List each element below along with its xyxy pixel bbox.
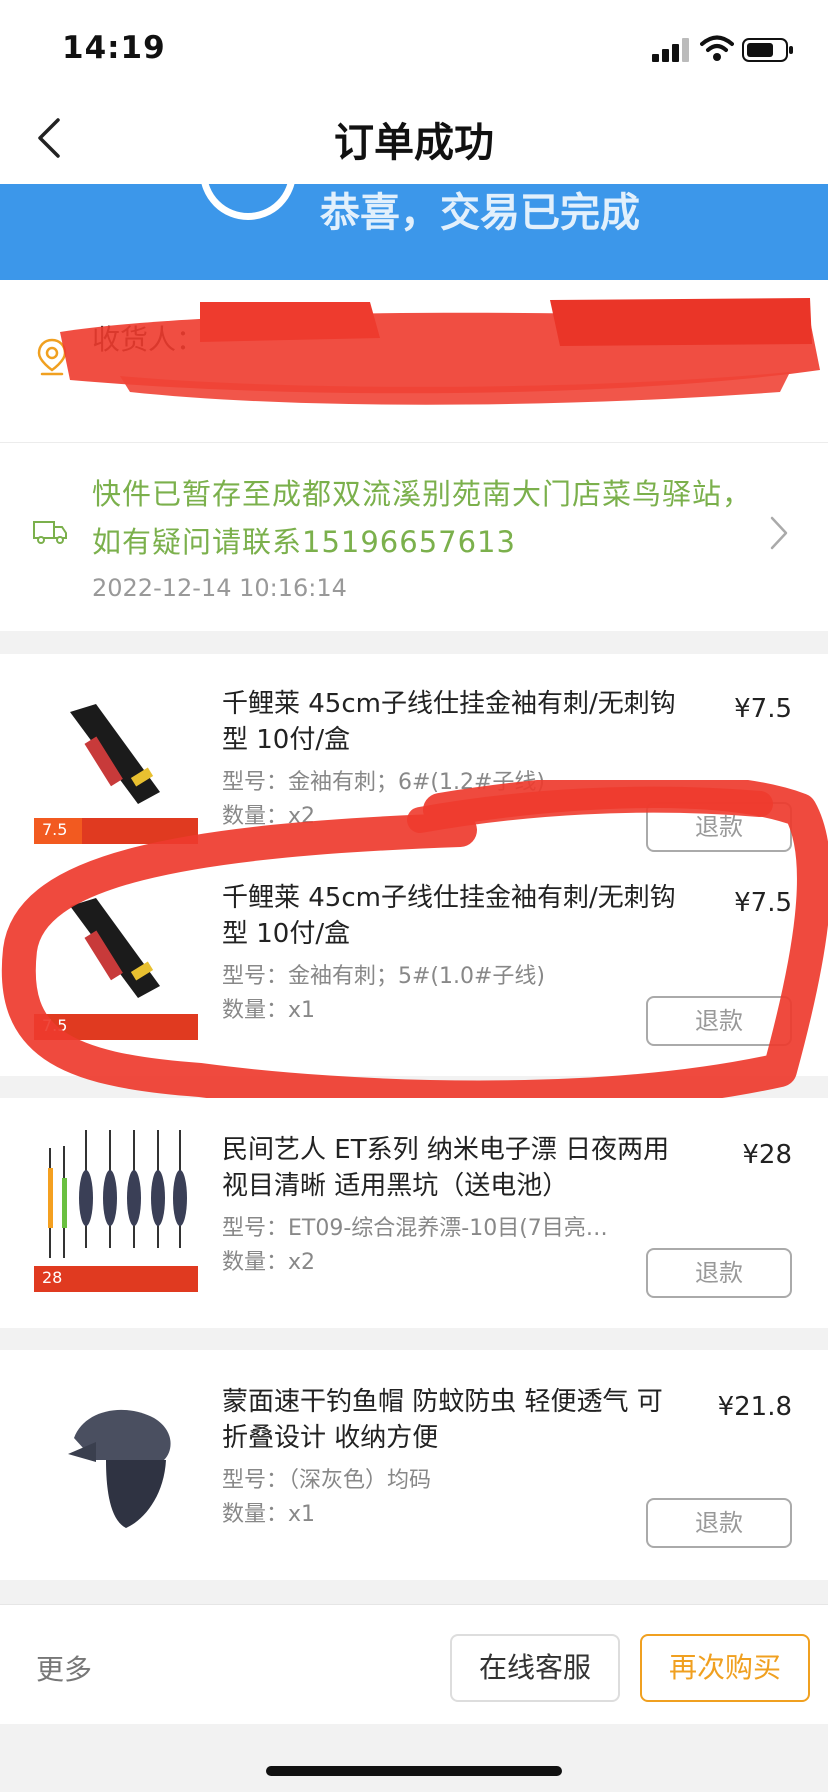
product-price: ¥7.5 — [734, 694, 792, 724]
product-price: ¥7.5 — [734, 888, 792, 918]
product-quantity: 数量：x1 — [222, 998, 316, 1023]
refund-button[interactable]: 退款 — [646, 1498, 792, 1548]
battery-icon — [742, 38, 793, 62]
product-thumbnail[interactable]: 7.5 — [34, 680, 198, 844]
address-section — [0, 280, 828, 442]
thumbnail-price: 7.5 — [42, 820, 68, 839]
product-thumbnail[interactable]: 28 — [34, 1128, 198, 1292]
product-quantity: 数量：x2 — [222, 1250, 316, 1275]
home-indicator[interactable] — [266, 1766, 562, 1776]
refund-button[interactable]: 退款 — [646, 996, 792, 1046]
wifi-icon — [700, 35, 734, 61]
check-circle-icon — [200, 184, 296, 220]
product-quantity: 数量：x1 — [222, 1502, 316, 1527]
refund-button[interactable]: 退款 — [646, 802, 792, 852]
banner-status-text: 恭喜，交易已完成 — [320, 190, 640, 236]
cellular-signal-icon — [652, 38, 689, 62]
status-time: 14:19 — [62, 30, 166, 66]
product-thumbnail[interactable]: 7.5 — [34, 876, 198, 1040]
product-title[interactable]: 千鲤莱 45cm子线仕挂金袖有刺/无刺钩型 10付/盒 — [222, 880, 682, 952]
receiver-label: 收货人： — [92, 323, 205, 356]
logistics-time: 2022-12-14 10:16:14 — [92, 574, 347, 602]
location-pin-icon — [37, 338, 67, 376]
product-price: ¥28 — [742, 1140, 792, 1170]
product-spec: 型号：金袖有刺；6#(1.2#子线) — [222, 770, 546, 795]
product-price: ¥21.8 — [717, 1392, 792, 1422]
order-status-banner: 恭喜，交易已完成 — [0, 184, 828, 280]
buy-again-button[interactable]: 再次购买 — [640, 1634, 810, 1702]
thumbnail-price: 28 — [42, 1268, 63, 1287]
logistics-message: 快件已暂存至成都双流溪别苑南大门店菜鸟驿站，如有疑问请联系15196657613 — [92, 477, 753, 559]
product-title[interactable]: 蒙面速干钓鱼帽 防蚊防虫 轻便透气 可折叠设计 收纳方便 — [222, 1384, 682, 1456]
thumbnail-price: 7.5 — [42, 1016, 68, 1035]
refund-button[interactable]: 退款 — [646, 1248, 792, 1298]
page-title: 订单成功 — [334, 120, 494, 166]
product-title[interactable]: 千鲤莱 45cm子线仕挂金袖有刺/无刺钩型 10付/盒 — [222, 686, 682, 758]
product-spec: 型号：金袖有刺；5#(1.0#子线) — [222, 964, 546, 989]
chevron-right-icon[interactable] — [768, 514, 790, 552]
truck-icon — [33, 521, 67, 544]
product-quantity: 数量：x2 — [222, 804, 316, 829]
product-spec: 型号：（深灰色）均码 — [222, 1468, 432, 1493]
product-thumbnail[interactable] — [34, 1380, 198, 1544]
product-title[interactable]: 民间艺人 ET系列 纳米电子漂 日夜两用 视目清晰 适用黑坑（送电池） — [222, 1132, 682, 1204]
home-indicator-area — [0, 1724, 828, 1792]
more-link[interactable]: 更多 — [36, 1648, 92, 1688]
online-service-button[interactable]: 在线客服 — [450, 1634, 620, 1702]
product-spec: 型号：ET09-综合混养漂-10目(7目亮… — [222, 1216, 608, 1241]
